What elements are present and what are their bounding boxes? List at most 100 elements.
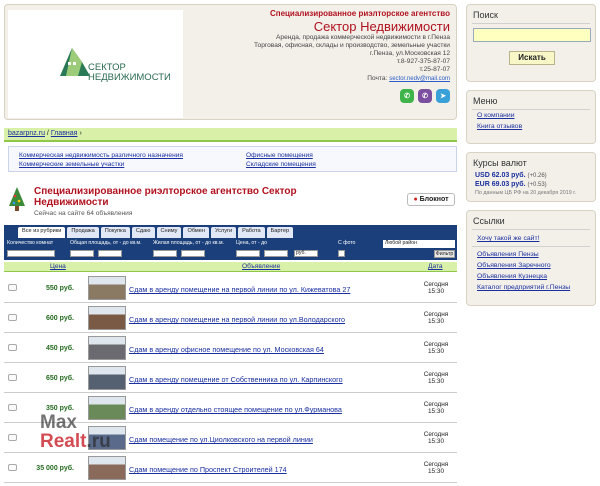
row-date: Сегодня 15:30 bbox=[423, 401, 449, 415]
viber-icon[interactable]: ✆ bbox=[418, 89, 432, 103]
tab-8[interactable]: Бартер bbox=[266, 227, 294, 238]
breadcrumb-site[interactable]: bazarpnz.ru bbox=[8, 130, 45, 137]
filter-bar: Количество комнат Общая площадь, от - до… bbox=[4, 238, 457, 260]
row-ad-link[interactable]: Сдам помещение по ул.Циолковского на пер… bbox=[129, 435, 313, 444]
header-address: г.Пенза, ул.Московская 12 bbox=[370, 50, 450, 57]
whatsapp-icon[interactable]: ✆ bbox=[400, 89, 414, 103]
table-row: 35 000 руб. Сдам помещение по Проспект Ст… bbox=[4, 453, 457, 483]
link-want-site[interactable]: Хочу такой же сайт! bbox=[467, 230, 595, 244]
row-date: Сегодня 15:30 bbox=[423, 371, 449, 385]
menu-item-reviews[interactable]: Книга отзывов bbox=[467, 121, 595, 132]
watermark: Max Realt.ru bbox=[40, 412, 111, 452]
table-row: 450 руб. Сдам в аренду офисное помещение … bbox=[4, 333, 457, 363]
header-phone: т.8-927-375-87-07 bbox=[396, 58, 450, 65]
eur-rate: EUR 69.03 руб. (+0.53) bbox=[475, 181, 547, 188]
breadcrumb: bazarpnz.ru / Главная › bbox=[4, 128, 457, 142]
row-ad-link[interactable]: Сдам в аренду помещение от Собственника … bbox=[129, 375, 343, 384]
sort-price[interactable]: Цена bbox=[50, 263, 66, 270]
notepad-icon[interactable] bbox=[8, 344, 17, 351]
price-from-input[interactable] bbox=[236, 250, 260, 257]
table-header: Цена Объявление Дата bbox=[4, 262, 457, 272]
area-from-input[interactable] bbox=[70, 250, 94, 257]
search-box: Поиск Искать bbox=[466, 4, 596, 82]
row-date: Сегодня 15:30 bbox=[423, 461, 449, 475]
table-row: 550 руб. Сдам в аренду помещение на перво… bbox=[4, 273, 457, 303]
notepad-icon[interactable] bbox=[8, 374, 17, 381]
tab-5[interactable]: Обмен bbox=[183, 227, 209, 238]
living-from-input[interactable] bbox=[153, 250, 177, 257]
currency-select[interactable]: руб. bbox=[294, 250, 318, 257]
header-info: Специализированное риэлторское агентство… bbox=[190, 9, 450, 82]
site-header: СЕКТОР НЕДВИЖИМОСТИ Специализированное р… bbox=[4, 4, 457, 120]
row-thumbnail[interactable] bbox=[88, 306, 126, 330]
notepad-icon[interactable] bbox=[8, 464, 17, 471]
breadcrumb-home[interactable]: Главная bbox=[51, 130, 78, 137]
mail-link[interactable]: sector.nedv@mail.com bbox=[389, 76, 450, 82]
telegram-icon[interactable]: ➤ bbox=[436, 89, 450, 103]
row-thumbnail[interactable] bbox=[88, 336, 126, 360]
rates-note: По данным ЦБ РФ на 20 декабря 2019 г. bbox=[475, 190, 577, 196]
notepad-icon[interactable] bbox=[8, 404, 17, 411]
social-icons: ✆ ✆ ➤ bbox=[400, 89, 450, 103]
tab-4[interactable]: Сниму bbox=[156, 227, 182, 238]
rooms-select[interactable] bbox=[7, 250, 55, 257]
living-to-input[interactable] bbox=[181, 250, 205, 257]
notepad-icon[interactable] bbox=[8, 284, 17, 291]
link-kuznetsk[interactable]: Объявления Кузнецка bbox=[467, 271, 595, 282]
tree-icon bbox=[9, 187, 25, 211]
link-zarechny[interactable]: Объявления Заречного bbox=[467, 260, 595, 271]
tab-7[interactable]: Работа bbox=[238, 227, 265, 238]
link-catalog[interactable]: Каталог предприятий г.Пензы bbox=[467, 282, 595, 293]
row-ad-link[interactable]: Сдам в аренду помещение на первой линии … bbox=[129, 285, 350, 294]
row-date: Сегодня 15:30 bbox=[423, 281, 449, 295]
logo-text: СЕКТОР НЕДВИЖИМОСТИ bbox=[88, 62, 171, 83]
row-date: Сегодня 15:30 bbox=[423, 311, 449, 325]
sort-ad[interactable]: Объявление bbox=[242, 263, 280, 270]
category-commercial[interactable]: Коммерческая недвижимость различного наз… bbox=[19, 152, 183, 159]
header-phone: т.25-87-07 bbox=[419, 66, 450, 73]
row-ad-link[interactable]: Сдам в аренду помещение на первой линии … bbox=[129, 315, 345, 324]
breadcrumb-separator: / bbox=[46, 130, 49, 137]
category-warehouses[interactable]: Складские помещения bbox=[246, 161, 316, 168]
district-select[interactable]: Любой район bbox=[383, 240, 455, 248]
filter-label: Количество комнат bbox=[7, 240, 54, 246]
sidebar: Поиск Искать Меню О компании Книга отзыв… bbox=[466, 4, 596, 314]
row-thumbnail[interactable] bbox=[88, 456, 126, 480]
price-to-input[interactable] bbox=[264, 250, 288, 257]
row-ad-link[interactable]: Сдам помещение по Проспект Строителей 17… bbox=[129, 465, 287, 474]
notebook-button[interactable]: ● Блокнот bbox=[407, 193, 455, 206]
ads-count: Сейчас на сайте 64 объявления bbox=[34, 210, 133, 217]
search-button[interactable]: Искать bbox=[509, 51, 555, 65]
row-date: Сегодня 15:30 bbox=[423, 341, 449, 355]
rates-title: Курсы валют bbox=[473, 158, 527, 168]
row-thumbnail[interactable] bbox=[88, 276, 126, 300]
row-ad-link[interactable]: Сдам в аренду офисное помещение по ул. М… bbox=[129, 345, 324, 354]
notepad-icon[interactable] bbox=[8, 434, 17, 441]
photo-checkbox[interactable] bbox=[338, 250, 345, 257]
notepad-icon[interactable] bbox=[8, 314, 17, 321]
filter-button[interactable]: Фильтр bbox=[434, 250, 455, 258]
area-to-input[interactable] bbox=[98, 250, 122, 257]
tab-2[interactable]: Покупка bbox=[100, 227, 130, 238]
sort-date[interactable]: Дата bbox=[428, 263, 443, 270]
logo[interactable]: СЕКТОР НЕДВИЖИМОСТИ bbox=[8, 10, 183, 118]
header-mail: Почта: sector.nedv@mail.com bbox=[367, 75, 450, 82]
search-input[interactable] bbox=[473, 28, 591, 42]
filter-label: Цена, от - до bbox=[236, 240, 268, 246]
link-penza[interactable]: Объявления Пензы bbox=[467, 249, 595, 260]
menu-box: Меню О компании Книга отзывов bbox=[466, 90, 596, 144]
tab-1[interactable]: Продажа bbox=[67, 227, 99, 238]
category-land[interactable]: Коммерческие земельные участки bbox=[19, 161, 124, 168]
row-price: 600 руб. bbox=[46, 315, 74, 322]
search-title: Поиск bbox=[473, 10, 498, 20]
menu-item-about[interactable]: О компании bbox=[467, 110, 595, 121]
row-ad-link[interactable]: Сдам в аренду отдельно стоящее помещение… bbox=[129, 405, 342, 414]
row-price: 450 руб. bbox=[46, 345, 74, 352]
row-price: 650 руб. bbox=[46, 375, 74, 382]
row-thumbnail[interactable] bbox=[88, 366, 126, 390]
tab-6[interactable]: Услуги bbox=[210, 227, 237, 238]
tab-0[interactable]: Все из рубрики bbox=[18, 227, 66, 238]
header-title: Сектор Недвижимости bbox=[313, 19, 450, 34]
category-offices[interactable]: Офисные помещения bbox=[246, 152, 313, 159]
tab-3[interactable]: Сдаю bbox=[131, 227, 155, 238]
